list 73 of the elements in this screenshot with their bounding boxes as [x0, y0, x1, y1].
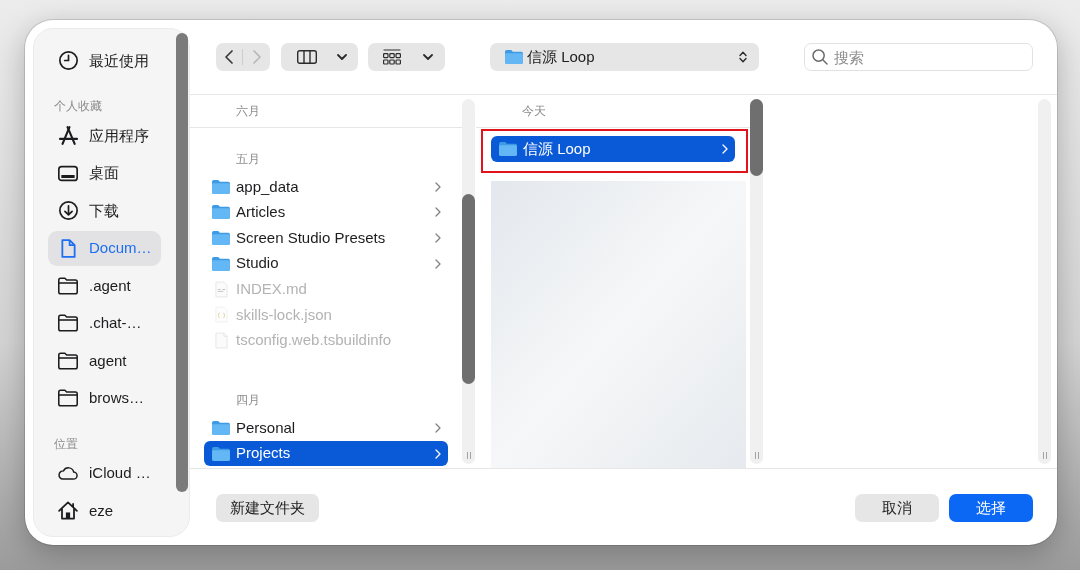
chevron-right-icon [435, 233, 441, 243]
grid-menu-button[interactable] [368, 43, 445, 71]
folder-icon [505, 50, 523, 64]
folder-icon [58, 389, 78, 408]
clock-icon [58, 51, 78, 71]
folder-icon [58, 351, 78, 370]
sidebar-item[interactable]: eze [48, 493, 161, 529]
folder-row[interactable]: Studio [204, 250, 448, 277]
folder-icon [58, 314, 78, 333]
date-group-header: 四月 [236, 392, 260, 409]
date-group-header: 今天 [522, 103, 546, 119]
sidebar-item[interactable]: iCloud … [48, 455, 161, 491]
sidebar-item[interactable]: 桌面 [48, 155, 161, 191]
chevron-right-icon [252, 50, 261, 64]
folder-icon [212, 231, 230, 245]
sidebar-item[interactable]: .agent [48, 268, 161, 304]
new-folder-button[interactable]: 新建文件夹 [216, 494, 319, 522]
search-field[interactable]: 搜索 [804, 43, 1033, 71]
document-icon [60, 238, 76, 258]
folder-icon [212, 179, 230, 194]
grid-icon [383, 49, 401, 65]
folder-row[interactable]: Projects [204, 440, 448, 467]
folder-icon [58, 276, 78, 295]
resize-grip-icon[interactable] [466, 452, 471, 459]
sidebar-item[interactable]: brows… [48, 380, 161, 416]
columns-icon [297, 50, 317, 64]
folder-row[interactable]: Personal [204, 415, 448, 441]
cancel-button[interactable]: 取消 [855, 494, 939, 522]
chevron-right-icon [435, 181, 441, 192]
sidebar-item[interactable]: 应用程序 [48, 118, 161, 154]
path-popup-button[interactable]: 信源 Loop [490, 43, 759, 71]
caret-icon [423, 54, 433, 60]
folder-icon [499, 141, 517, 156]
letter-a-icon [58, 126, 78, 146]
folder-row[interactable]: Screen Studio Presets [204, 225, 448, 251]
folder-icon [212, 420, 230, 435]
caret-icon [337, 54, 347, 60]
folder-icon [212, 446, 230, 461]
display-icon [58, 164, 78, 182]
sidebar-item[interactable]: Docum… [48, 230, 161, 266]
up-down-chevron-icon [739, 51, 747, 63]
scrollbar-thumb[interactable] [462, 194, 475, 384]
resize-grip-icon[interactable] [1042, 452, 1047, 459]
section-header: 个人收藏 [54, 98, 102, 114]
chevron-right-icon [435, 207, 441, 218]
folder-row[interactable]: Articles [204, 199, 448, 226]
download-icon [58, 201, 78, 221]
date-group-header: 六月 [236, 103, 260, 119]
section-header: 位置 [54, 435, 78, 452]
sidebar-item[interactable]: agent [48, 343, 161, 379]
folder-row[interactable]: 信源 Loop [491, 136, 735, 162]
sidebar-item[interactable]: 最近使用 [48, 43, 161, 79]
folder-icon [212, 256, 230, 271]
document-icon [214, 280, 228, 298]
column-view-button[interactable] [281, 43, 358, 71]
home-icon [58, 501, 78, 521]
chevron-right-icon [435, 422, 441, 433]
folder-row[interactable]: app_data [204, 174, 448, 200]
chevron-left-icon [225, 50, 233, 64]
sidebar-item[interactable]: 下载 [48, 193, 161, 229]
chevron-right-icon [722, 143, 728, 154]
cloud-icon [58, 465, 78, 482]
document-icon [214, 306, 228, 324]
chevron-right-icon [435, 258, 441, 269]
sidebar-item[interactable]: .chat-… [48, 305, 161, 341]
scrollbar-thumb[interactable] [750, 99, 763, 176]
search-icon [812, 49, 828, 65]
chevron-right-icon [435, 448, 441, 459]
folder-icon [212, 205, 230, 220]
scrollbar-thumb[interactable] [176, 33, 188, 492]
date-group-header: 五月 [236, 151, 260, 167]
choose-button[interactable]: 选择 [949, 494, 1033, 522]
resize-grip-icon[interactable] [754, 452, 759, 459]
